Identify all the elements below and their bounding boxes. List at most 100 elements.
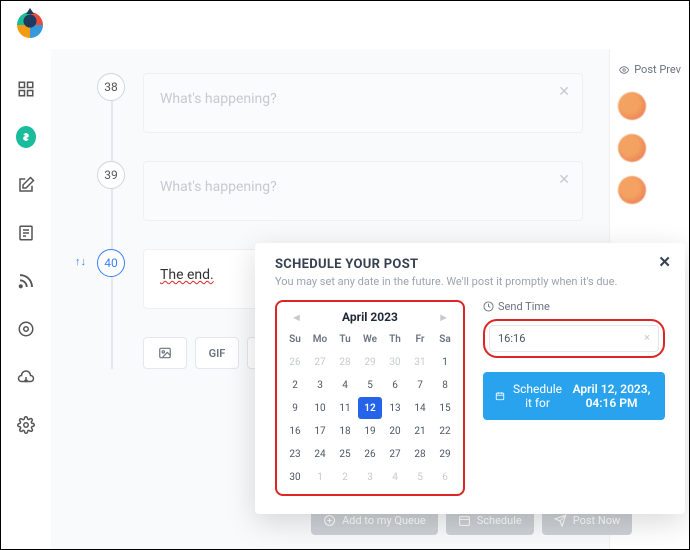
- calendar-day[interactable]: 29: [358, 351, 382, 373]
- calendar-day[interactable]: 12: [358, 397, 382, 419]
- close-icon[interactable]: ✕: [558, 84, 570, 100]
- clear-icon[interactable]: ×: [644, 331, 650, 344]
- calendar-day[interactable]: 13: [383, 397, 407, 419]
- calendar-day[interactable]: 11: [333, 397, 357, 419]
- send-time-label: Send Time: [483, 300, 665, 313]
- time-input-highlight: 16:16 ×: [483, 319, 665, 358]
- calendar-day[interactable]: 30: [383, 351, 407, 373]
- calendar-day[interactable]: 31: [408, 351, 432, 373]
- calendar-weekday: Sa: [433, 328, 457, 350]
- avatar: [618, 92, 646, 120]
- calendar-day[interactable]: 20: [383, 420, 407, 442]
- calendar-day[interactable]: 6: [383, 374, 407, 396]
- composer-placeholder: What's happening?: [160, 179, 277, 195]
- send-icon: [554, 514, 567, 527]
- time-input[interactable]: 16:16 ×: [489, 325, 659, 352]
- document-icon[interactable]: [16, 223, 36, 243]
- calendar-day[interactable]: 30: [283, 466, 307, 488]
- calendar-day[interactable]: 28: [333, 351, 357, 373]
- calendar-day[interactable]: 1: [308, 466, 332, 488]
- calendar-day[interactable]: 9: [283, 397, 307, 419]
- calendar-day[interactable]: 26: [283, 351, 307, 373]
- time-column: Send Time 16:16 × Schedule it for April …: [483, 300, 665, 496]
- image-button[interactable]: [143, 337, 187, 369]
- post-number-badge: 39: [97, 161, 125, 189]
- rss-icon[interactable]: [16, 271, 36, 291]
- calendar-prev[interactable]: ◄: [283, 311, 310, 324]
- post-row: 38 What's happening? ✕: [75, 73, 689, 133]
- topbar: [1, 1, 689, 49]
- calendar-day[interactable]: 6: [433, 466, 457, 488]
- schedule-prefix: Schedule it for: [513, 382, 562, 410]
- post-composer[interactable]: What's happening? ✕: [143, 161, 583, 221]
- close-icon[interactable]: ✕: [658, 253, 671, 271]
- compose-icon[interactable]: [16, 175, 36, 195]
- calendar-day[interactable]: 5: [358, 374, 382, 396]
- clock-icon: [483, 301, 494, 312]
- calendar-day[interactable]: 23: [283, 443, 307, 465]
- calendar-day[interactable]: 26: [358, 443, 382, 465]
- avatar-stack: [618, 92, 681, 204]
- calendar-day[interactable]: 24: [308, 443, 332, 465]
- calendar-next[interactable]: ►: [430, 311, 457, 324]
- sidebar: [1, 49, 51, 549]
- calendar-weekday: Mo: [308, 328, 332, 350]
- schedule-dialog: ✕ SCHEDULE YOUR POST You may set any dat…: [255, 243, 685, 514]
- post-row: 39 What's happening? ✕: [75, 161, 689, 221]
- schedule-datetime: April 12, 2023, 04:16 PM: [570, 382, 653, 410]
- calendar-icon: [495, 388, 505, 404]
- calendar-day[interactable]: 4: [383, 466, 407, 488]
- avatar: [618, 176, 646, 204]
- calendar-day[interactable]: 27: [383, 443, 407, 465]
- calendar-day[interactable]: 5: [408, 466, 432, 488]
- composer-placeholder: What's happening?: [160, 91, 277, 107]
- eye-icon: [618, 65, 630, 75]
- calendar-grid: SuMoTuWeThFrSa26272829303112345678910111…: [283, 328, 457, 488]
- calendar-day[interactable]: 3: [358, 466, 382, 488]
- calendar-day[interactable]: 21: [408, 420, 432, 442]
- calendar-day[interactable]: 27: [308, 351, 332, 373]
- dialog-title: SCHEDULE YOUR POST: [275, 257, 665, 272]
- calendar-day[interactable]: 19: [358, 420, 382, 442]
- calendar-day[interactable]: 29: [433, 443, 457, 465]
- calendar-day[interactable]: 17: [308, 420, 332, 442]
- calendar-day[interactable]: 2: [283, 374, 307, 396]
- calendar-day[interactable]: 7: [408, 374, 432, 396]
- calendar-day[interactable]: 16: [283, 420, 307, 442]
- post-number-badge: 38: [97, 73, 125, 101]
- calendar-day[interactable]: 2: [333, 466, 357, 488]
- calendar-weekday: Th: [383, 328, 407, 350]
- schedule-confirm-button[interactable]: Schedule it for April 12, 2023, 04:16 PM: [483, 372, 665, 420]
- post-number-badge: 40: [97, 249, 125, 277]
- cloud-download-icon[interactable]: [16, 367, 36, 387]
- calendar-day[interactable]: 14: [408, 397, 432, 419]
- calendar: ◄ April 2023 ► SuMoTuWeThFrSa26272829303…: [275, 300, 465, 496]
- calendar-day[interactable]: 10: [308, 397, 332, 419]
- calendar-icon: [458, 514, 471, 527]
- calendar-weekday: Su: [283, 328, 307, 350]
- calendar-day[interactable]: 1: [433, 351, 457, 373]
- calendar-month: April 2023: [318, 310, 422, 324]
- dollar-icon[interactable]: [16, 127, 36, 147]
- calendar-weekday: We: [358, 328, 382, 350]
- dashboard-icon[interactable]: [16, 79, 36, 99]
- calendar-day[interactable]: 22: [433, 420, 457, 442]
- calendar-day[interactable]: 3: [308, 374, 332, 396]
- avatar: [618, 134, 646, 162]
- calendar-day[interactable]: 28: [408, 443, 432, 465]
- settings-icon[interactable]: [16, 415, 36, 435]
- gif-button[interactable]: GIF: [195, 337, 239, 369]
- sync-icon[interactable]: [16, 319, 36, 339]
- calendar-day[interactable]: 15: [433, 397, 457, 419]
- calendar-day[interactable]: 4: [333, 374, 357, 396]
- calendar-day[interactable]: 25: [333, 443, 357, 465]
- calendar-day[interactable]: 8: [433, 374, 457, 396]
- dialog-subtitle: You may set any date in the future. We'l…: [275, 275, 665, 288]
- close-icon[interactable]: ✕: [558, 172, 570, 188]
- app-logo: [17, 12, 43, 38]
- post-composer[interactable]: What's happening? ✕: [143, 73, 583, 133]
- post-text: The end.: [160, 267, 214, 283]
- reorder-icon[interactable]: ↑↓: [75, 255, 86, 268]
- calendar-day[interactable]: 18: [333, 420, 357, 442]
- preview-label: Post Prev: [618, 63, 681, 76]
